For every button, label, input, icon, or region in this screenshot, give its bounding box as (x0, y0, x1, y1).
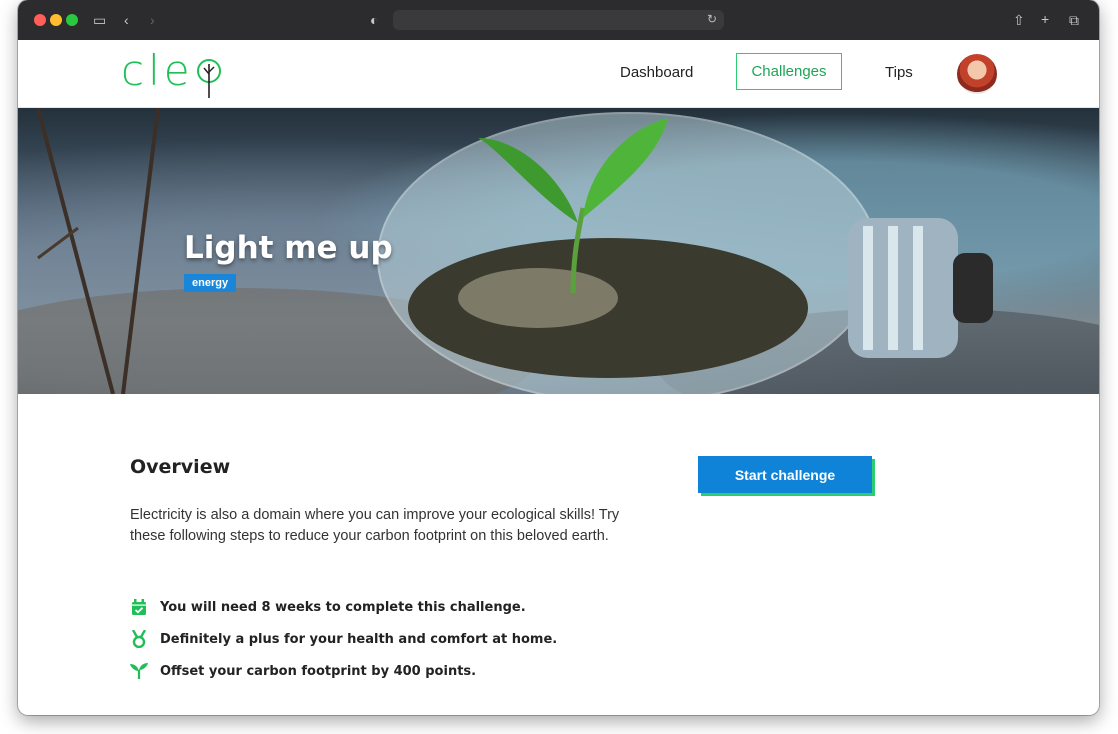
cleo-logo[interactable]: cle (121, 50, 222, 100)
challenge-title: Light me up (184, 230, 393, 266)
logo-text: cle (121, 46, 194, 95)
close-window-button[interactable] (34, 14, 46, 26)
share-icon[interactable]: ⇧ (1013, 12, 1025, 28)
overview-description: Electricity is also a domain where you c… (130, 507, 620, 544)
leaf-logo-icon (196, 59, 221, 98)
forward-icon[interactable]: › (150, 12, 155, 28)
reload-icon[interactable]: ↻ (707, 12, 717, 26)
nav-dashboard-link[interactable]: Dashboard (620, 64, 693, 81)
list-item: Offset your carbon footprint by 400 poin… (130, 662, 476, 680)
category-tag[interactable]: energy (184, 274, 237, 292)
list-item-text: Definitely a plus for your health and co… (160, 631, 558, 647)
browser-toolbar: ▭ ‹ › ◐ ↻ ⇧ + ⧉ (18, 0, 1099, 40)
back-icon[interactable]: ‹ (124, 12, 129, 28)
nav-challenges-button[interactable]: Challenges (736, 53, 842, 90)
sidebar-icon[interactable]: ▭ (93, 12, 106, 28)
zoom-window-button[interactable] (66, 14, 78, 26)
address-bar[interactable]: ↻ (393, 10, 724, 30)
tab-overview-icon[interactable]: ⧉ (1069, 12, 1079, 28)
overview-heading: Overview (130, 456, 231, 478)
top-nav: cle Dashboard Challenges Tips (18, 40, 1099, 108)
user-avatar[interactable] (957, 54, 997, 94)
sprout-icon (130, 662, 148, 680)
calendar-check-icon (130, 598, 148, 616)
lightbulb-plant-image (18, 108, 1099, 394)
hero-banner: Light me up energy (18, 108, 1099, 394)
list-item-text: You will need 8 weeks to complete this c… (160, 599, 526, 615)
browser-window: ▭ ‹ › ◐ ↻ ⇧ + ⧉ cle Dashboard Challenges… (18, 0, 1099, 715)
medal-icon (130, 630, 148, 648)
minimize-window-button[interactable] (50, 14, 62, 26)
list-item: Definitely a plus for your health and co… (130, 630, 557, 648)
privacy-shield-icon[interactable]: ◐ (370, 12, 378, 28)
start-challenge-button[interactable]: Start challenge (698, 456, 872, 493)
nav-tips-link[interactable]: Tips (885, 64, 913, 81)
list-item-text: Offset your carbon footprint by 400 poin… (160, 663, 477, 679)
list-item: You will need 8 weeks to complete this c… (130, 598, 526, 616)
new-tab-icon[interactable]: + (1041, 11, 1049, 27)
